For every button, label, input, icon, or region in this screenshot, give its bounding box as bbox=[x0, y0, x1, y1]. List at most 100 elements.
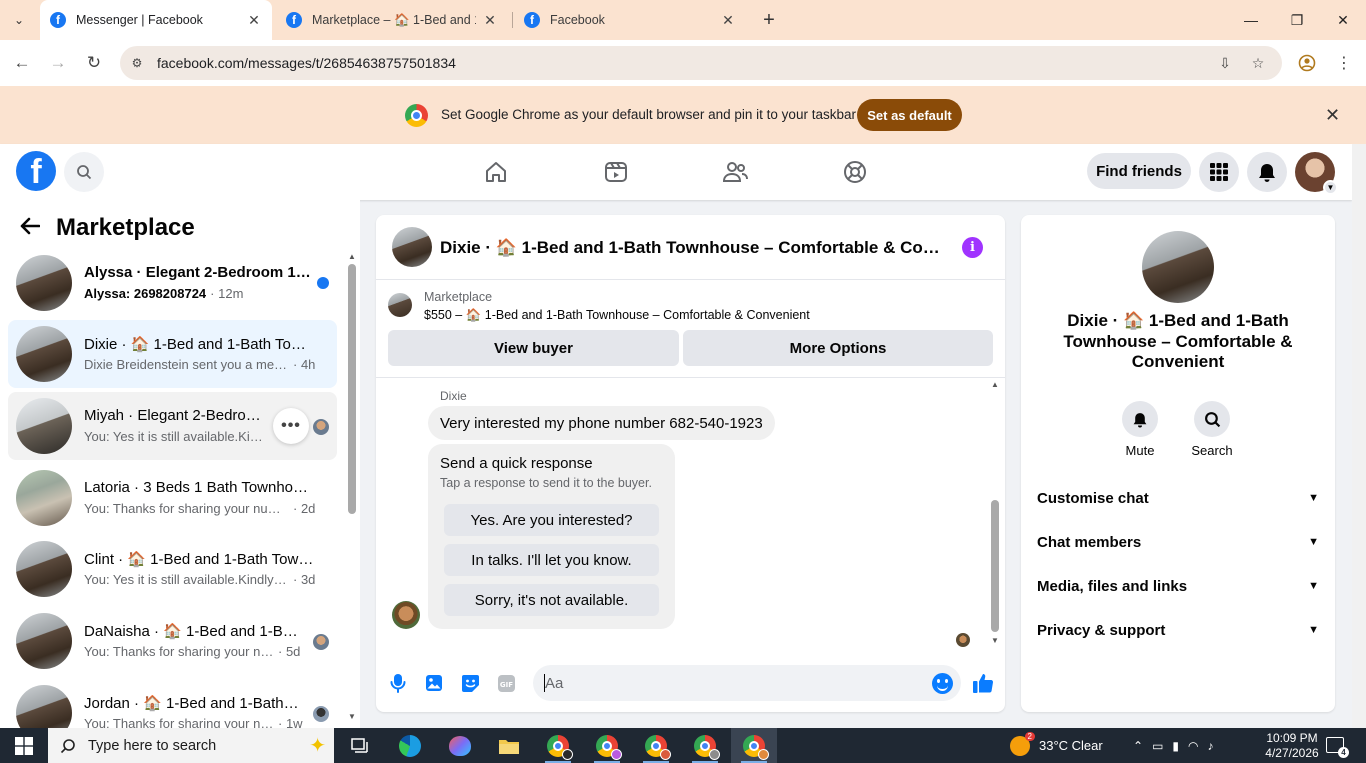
incoming-message-bubble[interactable]: Very interested my phone number 682-540-… bbox=[428, 406, 775, 440]
quick-reply-not-available-button[interactable]: Sorry, it's not available. bbox=[444, 584, 659, 616]
more-options-button[interactable]: More Options bbox=[683, 330, 993, 366]
facebook-search-button[interactable] bbox=[64, 152, 104, 192]
chat-row-danaisha[interactable]: DaNaisha · 🏠 1-Bed and 1-Bath Townhouse … bbox=[8, 607, 337, 675]
chrome-menu-button[interactable]: ⋮ bbox=[1330, 49, 1358, 77]
tab-search-button[interactable]: ⌄ bbox=[4, 6, 34, 34]
mute-action[interactable]: Mute bbox=[1110, 401, 1170, 458]
chat-list-scrollbar[interactable]: ▲ ▼ bbox=[347, 252, 357, 722]
weather-widget[interactable]: 2 33°C Clear bbox=[1010, 728, 1103, 763]
new-tab-button[interactable]: + bbox=[756, 6, 782, 34]
scroll-up-arrow-icon[interactable]: ▲ bbox=[347, 252, 357, 261]
battery-icon[interactable]: ▮ bbox=[1172, 739, 1188, 753]
chevron-up-icon[interactable]: ⌃ bbox=[1133, 739, 1152, 753]
system-tray[interactable]: ⌃ ▭ ▮ ◠ ♪ bbox=[1133, 728, 1223, 763]
chrome-app-4[interactable] bbox=[682, 728, 728, 763]
facebook-logo-icon[interactable]: f bbox=[16, 151, 56, 191]
chat-row-miyah[interactable]: Miyah · Elegant 2-Bedroom 1 Bath You: Ye… bbox=[8, 392, 337, 460]
close-tab-icon[interactable]: ✕ bbox=[482, 12, 498, 29]
profile-button[interactable] bbox=[1293, 49, 1321, 77]
customise-chat-section[interactable]: Customise chat ▼ bbox=[1029, 476, 1327, 520]
voice-clip-button[interactable] bbox=[386, 671, 410, 695]
tab-marketplace[interactable]: f Marketplace – 🏠 1-Bed and 1-Bath ✕ bbox=[276, 0, 508, 40]
chat-row-alyssa[interactable]: Alyssa · Elegant 2-Bedroom 1 Bath Townho… bbox=[8, 249, 337, 317]
media-files-links-section[interactable]: Media, files and links ▼ bbox=[1029, 564, 1327, 608]
system-clock[interactable]: 10:09 PM 4/27/2026 bbox=[1262, 731, 1322, 761]
scroll-down-arrow-icon[interactable]: ▼ bbox=[347, 712, 357, 721]
photos-app[interactable] bbox=[437, 728, 483, 763]
close-window-button[interactable]: ✕ bbox=[1320, 0, 1366, 40]
close-tab-icon[interactable]: ✕ bbox=[246, 12, 262, 29]
account-avatar[interactable]: ▼ bbox=[1295, 152, 1338, 195]
conversation-scrollbar[interactable]: ▲ ▼ bbox=[990, 378, 1000, 658]
chat-info-avatar[interactable] bbox=[1142, 231, 1214, 303]
search-action[interactable]: Search bbox=[1182, 401, 1242, 458]
conversation-title[interactable]: Dixie · 🏠 1-Bed and 1-Bath Townhouse – C… bbox=[440, 238, 940, 258]
task-view-button[interactable] bbox=[338, 728, 384, 763]
chat-row-latoria[interactable]: Latoria · 3 Beds 1 Bath Townhouse You: T… bbox=[8, 464, 337, 532]
meet-icon[interactable]: ▭ bbox=[1152, 739, 1172, 753]
minimize-icon: — bbox=[1244, 12, 1258, 28]
video-nav-button[interactable] bbox=[601, 157, 631, 187]
restore-button[interactable]: ❐ bbox=[1274, 0, 1320, 40]
chrome-app-2[interactable] bbox=[584, 728, 630, 763]
site-info-icon[interactable]: ⚙ bbox=[128, 54, 146, 72]
edge-app[interactable] bbox=[387, 728, 433, 763]
gaming-nav-button[interactable] bbox=[840, 157, 870, 187]
notification-center-button[interactable]: 4 bbox=[1326, 737, 1349, 758]
view-buyer-button[interactable]: View buyer bbox=[388, 330, 679, 366]
gif-button[interactable]: GIF bbox=[494, 671, 518, 695]
search-in-conversation-button[interactable] bbox=[1194, 401, 1230, 437]
conversation-avatar[interactable] bbox=[392, 227, 432, 267]
file-explorer-app[interactable] bbox=[486, 728, 532, 763]
like-button[interactable] bbox=[971, 671, 995, 695]
attach-photo-button[interactable] bbox=[422, 671, 446, 695]
forward-button[interactable]: → bbox=[44, 49, 72, 77]
chat-more-options-button[interactable]: ••• bbox=[273, 408, 309, 444]
emoji-icon[interactable] bbox=[932, 673, 953, 694]
privacy-support-section[interactable]: Privacy & support ▼ bbox=[1029, 608, 1327, 652]
reload-button[interactable]: ↻ bbox=[80, 49, 108, 77]
seen-avatar bbox=[313, 634, 329, 650]
find-friends-button[interactable]: Find friends bbox=[1087, 153, 1191, 189]
scroll-up-arrow-icon[interactable]: ▲ bbox=[990, 380, 1000, 389]
minimize-button[interactable]: — bbox=[1228, 0, 1274, 40]
listing-price-title[interactable]: $550 – 🏠 1-Bed and 1-Bath Townhouse – Co… bbox=[424, 308, 810, 323]
chrome-app-5[interactable] bbox=[731, 728, 777, 763]
mute-button[interactable] bbox=[1122, 401, 1158, 437]
chat-row-clint[interactable]: Clint · 🏠 1-Bed and 1-Bath Townhouse You… bbox=[8, 535, 337, 603]
chat-row-dixie[interactable]: Dixie · 🏠 1-Bed and 1-Bath Townhouse Dix… bbox=[8, 320, 337, 388]
start-button[interactable] bbox=[0, 728, 48, 763]
scroll-down-arrow-icon[interactable]: ▼ bbox=[990, 636, 1000, 645]
conversation-info-icon[interactable]: i bbox=[962, 237, 983, 258]
chat-row-jordan[interactable]: Jordan · 🏠 1-Bed and 1-Bath Townhouse Yo… bbox=[8, 679, 337, 728]
quick-reply-yes-button[interactable]: Yes. Are you interested? bbox=[444, 504, 659, 536]
notifications-button[interactable] bbox=[1247, 152, 1287, 192]
bookmark-star-icon[interactable]: ☆ bbox=[1248, 53, 1268, 73]
chrome-app-1[interactable] bbox=[535, 728, 581, 763]
scrollbar-thumb[interactable] bbox=[991, 500, 999, 632]
set-as-default-button[interactable]: Set as default bbox=[857, 99, 962, 131]
close-tab-icon[interactable]: ✕ bbox=[720, 12, 736, 29]
close-infobar-icon[interactable]: ✕ bbox=[1325, 105, 1340, 126]
url-text[interactable]: facebook.com/messages/t/2685463875750183… bbox=[157, 55, 456, 71]
volume-icon[interactable]: ♪ bbox=[1208, 739, 1223, 753]
tab-facebook[interactable]: f Facebook ✕ bbox=[514, 0, 746, 40]
home-nav-button[interactable] bbox=[481, 157, 511, 187]
address-bar[interactable]: ⚙ facebook.com/messages/t/26854638757501… bbox=[120, 46, 1282, 80]
chat-name: Clint · 🏠 1-Bed and 1-Bath Townhouse bbox=[84, 551, 314, 568]
wifi-icon[interactable]: ◠ bbox=[1188, 739, 1207, 753]
arrow-left-icon[interactable] bbox=[20, 214, 41, 242]
install-app-icon[interactable]: ⇩ bbox=[1215, 53, 1235, 73]
menu-grid-button[interactable] bbox=[1199, 152, 1239, 192]
page-scrollbar[interactable] bbox=[1352, 144, 1366, 728]
chrome-app-3[interactable] bbox=[633, 728, 679, 763]
taskbar-search[interactable]: Type here to search ✦ bbox=[48, 728, 334, 763]
back-button[interactable]: ← bbox=[8, 49, 36, 77]
chat-members-section[interactable]: Chat members ▼ bbox=[1029, 520, 1327, 564]
friends-nav-button[interactable] bbox=[720, 157, 750, 187]
sticker-button[interactable] bbox=[458, 671, 482, 695]
scrollbar-thumb[interactable] bbox=[348, 264, 356, 514]
quick-reply-in-talks-button[interactable]: In talks. I'll let you know. bbox=[444, 544, 659, 576]
tab-messenger[interactable]: f Messenger | Facebook ✕ bbox=[40, 0, 272, 40]
message-input[interactable] bbox=[533, 665, 961, 701]
